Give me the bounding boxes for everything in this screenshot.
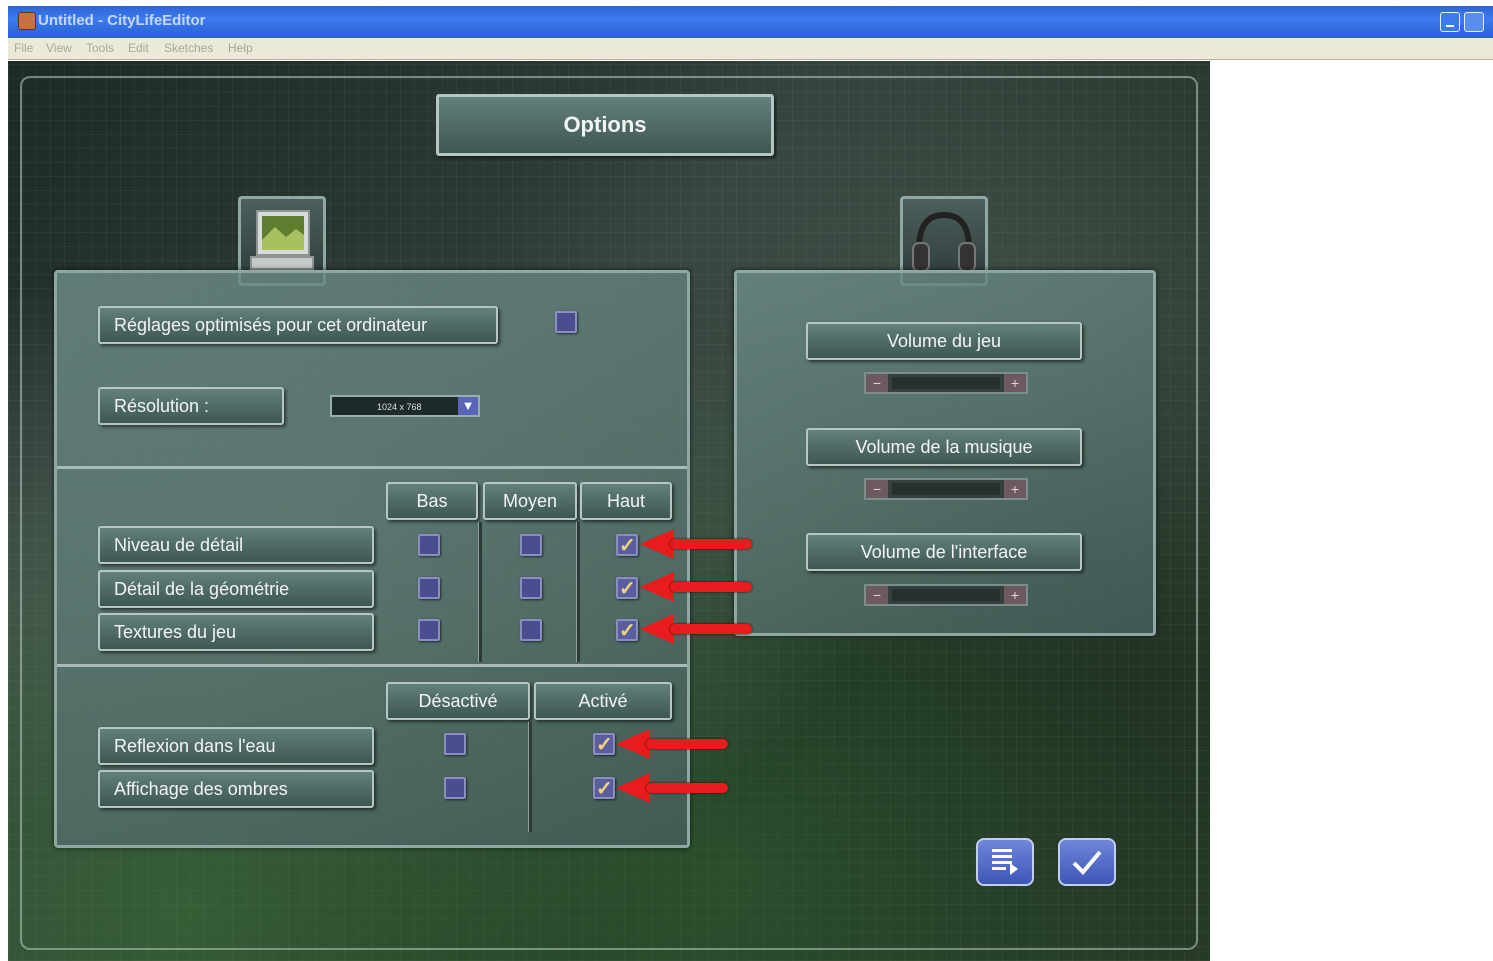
interface-volume-label: Volume de l'interface: [806, 533, 1082, 571]
resolution-value: 1024 x 768: [377, 402, 422, 412]
interface-volume-slider[interactable]: − +: [864, 584, 1028, 606]
game-textures-haut-checkbox[interactable]: [616, 618, 638, 643]
window-title: Untitled - CityLifeEditor: [38, 12, 206, 29]
interface-volume-track[interactable]: [892, 589, 1000, 601]
menu-bar: File View Tools Edit Sketches Help: [8, 38, 1493, 60]
confirm-button[interactable]: [1058, 838, 1116, 886]
title-bar: Untitled - CityLifeEditor: [8, 6, 1493, 38]
column-separator: [528, 722, 532, 832]
music-volume-slider[interactable]: − +: [864, 478, 1028, 500]
menu-help[interactable]: Help: [228, 41, 253, 55]
resolution-dropdown[interactable]: 1024 x 768 ▼: [330, 395, 480, 417]
detail-level-bas-checkbox[interactable]: [418, 534, 440, 556]
app-icon: [18, 12, 36, 30]
notes-icon: [992, 849, 1018, 875]
menu-file[interactable]: File: [14, 41, 33, 55]
optimized-settings-checkbox[interactable]: [555, 311, 577, 333]
row-label-shadows: Affichage des ombres: [98, 770, 374, 808]
row-label-game-textures: Textures du jeu: [98, 613, 374, 651]
annotation-arrow: [616, 773, 728, 803]
water-reflection-on-checkbox[interactable]: [593, 732, 615, 757]
game-volume-decrease-button[interactable]: −: [866, 374, 888, 392]
column-header-bas: Bas: [386, 482, 478, 520]
chevron-down-icon[interactable]: ▼: [458, 397, 478, 415]
annotation-arrow: [640, 572, 752, 602]
annotation-arrow: [640, 614, 752, 644]
game-textures-bas-checkbox[interactable]: [418, 619, 440, 641]
maximize-button[interactable]: [1464, 12, 1484, 32]
detail-level-moyen-checkbox[interactable]: [520, 534, 542, 556]
shadows-on-checkbox[interactable]: [593, 776, 615, 801]
shadows-off-checkbox[interactable]: [444, 777, 466, 799]
game-volume-slider[interactable]: − +: [864, 372, 1028, 394]
minimize-button[interactable]: [1440, 12, 1460, 32]
interface-volume-increase-button[interactable]: +: [1004, 586, 1026, 604]
music-volume-increase-button[interactable]: +: [1004, 480, 1026, 498]
panel-divider: [57, 664, 687, 667]
music-volume-decrease-button[interactable]: −: [866, 480, 888, 498]
detail-level-haut-checkbox[interactable]: [616, 533, 638, 558]
row-label-water-reflection: Reflexion dans l'eau: [98, 727, 374, 765]
options-title: Options: [436, 94, 774, 156]
column-header-desactive: Désactivé: [386, 682, 530, 720]
column-header-active: Activé: [534, 682, 672, 720]
column-header-moyen: Moyen: [483, 482, 577, 520]
row-label-detail-level: Niveau de détail: [98, 526, 374, 564]
menu-tools[interactable]: Tools: [86, 41, 114, 55]
column-separator: [576, 522, 580, 662]
geometry-detail-moyen-checkbox[interactable]: [520, 577, 542, 599]
interface-volume-decrease-button[interactable]: −: [866, 586, 888, 604]
geometry-detail-bas-checkbox[interactable]: [418, 577, 440, 599]
menu-view[interactable]: View: [46, 41, 72, 55]
game-volume-label: Volume du jeu: [806, 322, 1082, 360]
column-separator: [478, 522, 482, 662]
game-volume-increase-button[interactable]: +: [1004, 374, 1026, 392]
geometry-detail-haut-checkbox[interactable]: [616, 576, 638, 601]
water-reflection-off-checkbox[interactable]: [444, 733, 466, 755]
game-textures-moyen-checkbox[interactable]: [520, 619, 542, 641]
menu-sketches[interactable]: Sketches: [164, 41, 213, 55]
annotation-arrow: [640, 529, 752, 559]
panel-divider: [57, 466, 687, 469]
game-volume-track[interactable]: [892, 377, 1000, 389]
check-icon: [1072, 850, 1102, 875]
details-button[interactable]: [976, 838, 1034, 886]
column-header-haut: Haut: [580, 482, 672, 520]
annotation-arrow: [616, 729, 728, 759]
row-label-geometry-detail: Détail de la géométrie: [98, 570, 374, 608]
menu-edit[interactable]: Edit: [128, 41, 149, 55]
resolution-label: Résolution :: [98, 387, 284, 425]
music-volume-label: Volume de la musique: [806, 428, 1082, 466]
optimized-settings-label: Réglages optimisés pour cet ordinateur: [98, 306, 498, 344]
music-volume-track[interactable]: [892, 483, 1000, 495]
